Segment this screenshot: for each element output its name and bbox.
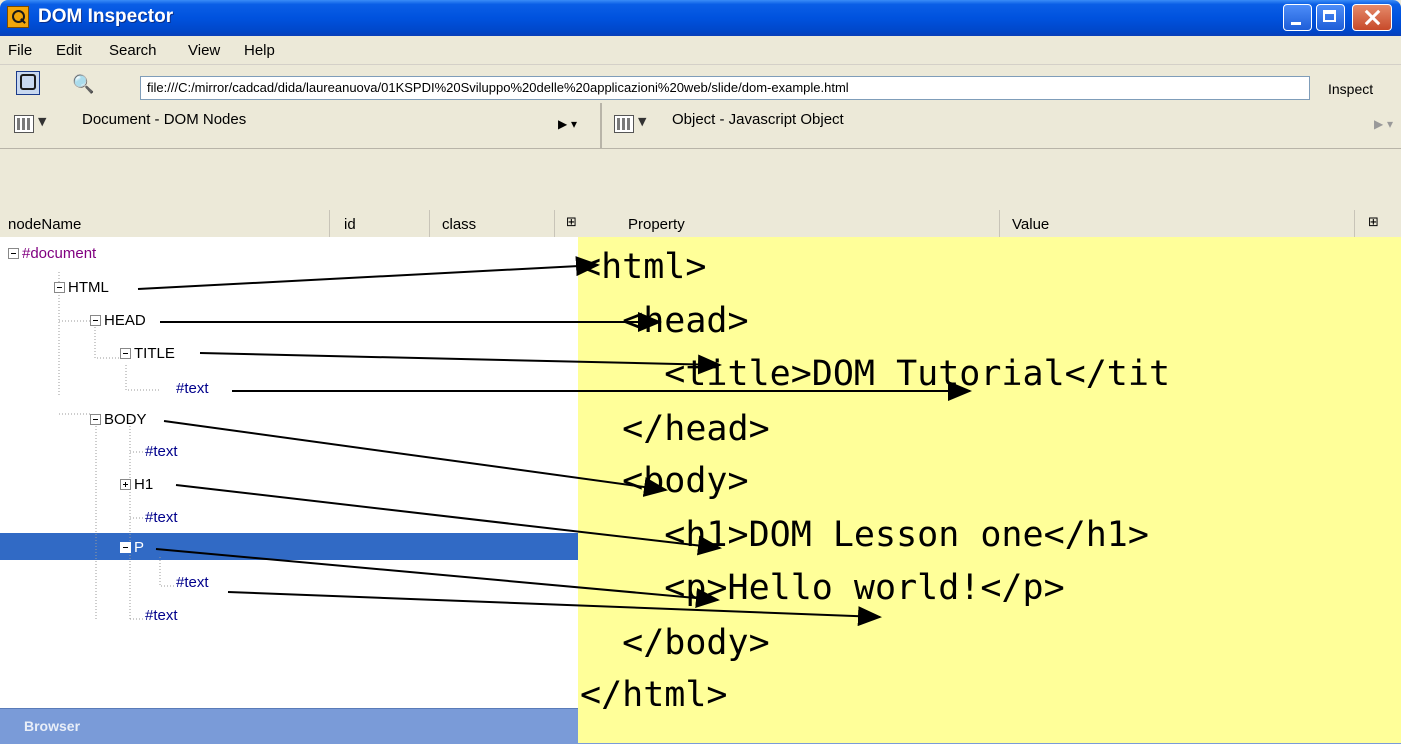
tree-connector-lines — [58, 272, 175, 620]
column-class[interactable]: class — [430, 210, 555, 237]
expand-icon[interactable] — [120, 479, 131, 490]
code-line: </html> — [580, 675, 728, 715]
url-input[interactable]: file:///C:/mirror/cadcad/dida/laureanuov… — [140, 76, 1310, 100]
column-nodename[interactable]: nodeName — [0, 210, 330, 237]
column-picker-icon[interactable]: ⊞ — [566, 215, 577, 230]
collapse-icon[interactable] — [120, 542, 131, 553]
right-pane-title: Object - Javascript Object — [672, 111, 844, 128]
tree-node-title[interactable]: TITLE — [120, 343, 175, 365]
pane-menu-arrow-icon[interactable]: ▶ ▾ — [1374, 117, 1393, 131]
pane-grid-icon[interactable] — [14, 115, 34, 133]
collapse-icon[interactable] — [8, 248, 19, 259]
tree-node-body[interactable]: BODY — [90, 409, 147, 431]
collapse-icon[interactable] — [120, 348, 131, 359]
tree-node-html[interactable]: HTML — [54, 277, 109, 299]
left-pane-title: Document - DOM Nodes — [82, 111, 247, 128]
code-line: <h1>DOM Lesson one</h1> — [580, 515, 1149, 555]
dom-node-tree: #document HTML HEAD TITLE #text BODY #te… — [0, 237, 602, 708]
menu-help[interactable]: Help — [244, 42, 275, 59]
menu-bar: File Edit Search View Help — [0, 36, 1401, 65]
column-id[interactable]: id — [330, 210, 430, 237]
toolbar: 🔍 file:///C:/mirror/cadcad/dida/laureanu… — [0, 65, 1401, 104]
window-title: DOM Inspector — [38, 6, 174, 27]
code-line: <p>Hello world!</p> — [580, 568, 1065, 608]
tree-node-text[interactable]: #text — [145, 507, 178, 529]
chevron-down-icon[interactable]: ▼ — [638, 115, 646, 128]
menu-view[interactable]: View — [188, 42, 220, 59]
inspect-element-icon[interactable] — [16, 71, 40, 95]
tree-node-text[interactable]: #text — [145, 605, 178, 627]
code-line: <title>DOM Tutorial</tit — [580, 354, 1171, 394]
column-picker-icon[interactable]: ⊞ — [1368, 215, 1379, 230]
code-line: </body> — [580, 623, 770, 663]
tree-node-head[interactable]: HEAD — [90, 310, 146, 332]
code-line: <html> — [580, 247, 707, 287]
collapse-icon[interactable] — [90, 315, 101, 326]
tree-node-p[interactable]: P — [120, 537, 144, 559]
menu-edit[interactable]: Edit — [56, 42, 82, 59]
tree-node-document[interactable]: #document — [8, 243, 96, 265]
menu-file[interactable]: File — [8, 42, 32, 59]
title-bar: DOM Inspector — [0, 0, 1401, 36]
inspect-button[interactable]: Inspect — [1328, 81, 1373, 97]
code-line: </head> — [580, 409, 770, 449]
tree-node-text[interactable]: #text — [176, 572, 209, 594]
pane-menu-arrow-icon[interactable]: ▶ ▾ — [558, 117, 577, 131]
tree-node-h1[interactable]: H1 — [120, 474, 153, 496]
code-line: <body> — [580, 461, 749, 501]
status-text: Browser — [24, 718, 81, 734]
right-pane-header: ▼ Object - Javascript Object ▶ ▾ — [602, 103, 1401, 149]
chevron-down-icon[interactable]: ▼ — [38, 115, 46, 128]
pane-grid-icon[interactable] — [614, 115, 634, 133]
dom-inspector-app-icon — [7, 6, 29, 28]
tree-node-text[interactable]: #text — [176, 378, 209, 400]
html-source-overlay: <html> <head> <title>DOM Tutorial</tit <… — [578, 237, 1401, 743]
collapse-icon[interactable] — [90, 414, 101, 425]
collapse-icon[interactable] — [54, 282, 65, 293]
minimize-button[interactable] — [1283, 4, 1312, 31]
tree-node-text[interactable]: #text — [145, 441, 178, 463]
column-value[interactable]: Value — [1000, 210, 1355, 237]
binoculars-find-icon[interactable]: 🔍 — [72, 74, 94, 95]
column-property[interactable]: Property — [602, 210, 1000, 237]
left-column-header: nodeName id class ⊞ — [0, 210, 600, 238]
left-pane-header: ▼ Document - DOM Nodes ▶ ▾ — [0, 103, 602, 149]
maximize-button[interactable] — [1316, 4, 1345, 31]
code-line: <head> — [580, 301, 749, 341]
right-column-header: Property Value ⊞ — [602, 210, 1401, 238]
menu-search[interactable]: Search — [109, 42, 157, 59]
close-button[interactable] — [1352, 4, 1392, 31]
